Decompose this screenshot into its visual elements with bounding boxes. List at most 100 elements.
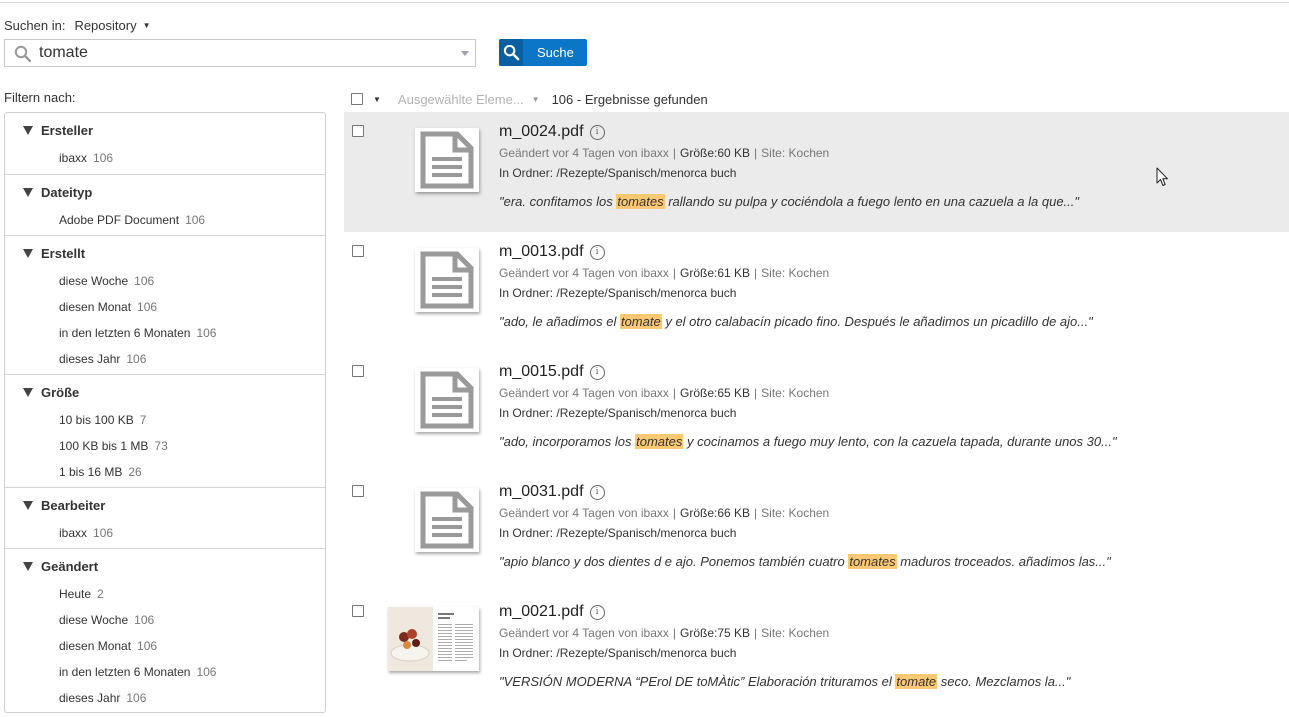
filter-title: Filtern nach: xyxy=(4,90,76,105)
filter-group-header[interactable]: Erstellt xyxy=(23,246,85,261)
search-scope: Suchen in: Repository ▼ xyxy=(4,18,151,33)
result-title[interactable]: m_0013.pdf i xyxy=(499,243,605,261)
result-snippet: "VERSIÓN MODERNA “PErol DE toMÀtic” Elab… xyxy=(499,674,1071,689)
filter-item[interactable]: 1 bis 16 MB 26 xyxy=(59,465,142,479)
filter-item[interactable]: Adobe PDF Document 106 xyxy=(59,213,205,227)
result-title[interactable]: m_0031.pdf i xyxy=(499,483,605,501)
result-folder: In Ordner: /Rezepte/Spanisch/menorca buc… xyxy=(499,166,737,180)
results-toolbar: ▼ Ausgewählte Eleme... ▼ 106 - Ergebniss… xyxy=(351,90,708,108)
result-snippet: "ado, le añadimos el tomate y el otro ca… xyxy=(499,314,1093,329)
filter-group-header[interactable]: Bearbeiter xyxy=(23,498,105,513)
search-highlight: tomate xyxy=(895,674,938,689)
folder-link[interactable]: /Rezepte/Spanisch/menorca buch xyxy=(556,406,736,420)
result-folder: In Ordner: /Rezepte/Spanisch/menorca buc… xyxy=(499,646,737,660)
filter-group-header[interactable]: Ersteller xyxy=(23,123,93,138)
search-highlight: tomate xyxy=(619,314,662,329)
result-snippet: "apio blanco y dos dientes d e ajo. Pone… xyxy=(499,554,1111,569)
filter-item[interactable]: ibaxx 106 xyxy=(59,526,113,540)
filter-group-header[interactable]: Dateityp xyxy=(23,185,92,200)
search-button-label: Suche xyxy=(537,45,574,60)
result-folder: In Ordner: /Rezepte/Spanisch/menorca buc… xyxy=(499,286,737,300)
result-meta: Geändert vor 4 Tagen von ibaxx | Größe:61 … xyxy=(499,266,830,280)
filter-group-ersteller: Ersteller ibaxx 106 xyxy=(5,113,325,173)
filter-group-bearbeiter: Bearbeiter ibaxx 106 xyxy=(5,487,325,548)
results-count: 106 - Ergebnisse gefunden xyxy=(551,91,708,107)
filter-item[interactable]: 100 KB bis 1 MB 73 xyxy=(59,439,168,453)
collapse-triangle-icon[interactable] xyxy=(23,126,33,135)
document-icon[interactable] xyxy=(415,248,479,312)
result-snippet: "era. confitamos los tomates rallando su… xyxy=(499,194,1080,209)
filter-item[interactable]: in den letzten 6 Monaten 106 xyxy=(59,665,216,679)
result-row[interactable]: m_0031.pdf i Geändert vor 4 Tagen von iba… xyxy=(344,472,1289,592)
info-icon[interactable]: i xyxy=(589,484,605,500)
search-highlight: tomates xyxy=(635,434,684,449)
result-row[interactable]: m_0024.pdf i Geändert vor 4 Tagen von iba… xyxy=(344,112,1289,232)
folder-link[interactable]: /Rezepte/Spanisch/menorca buch xyxy=(556,166,736,180)
result-checkbox[interactable] xyxy=(352,125,364,137)
collapse-triangle-icon[interactable] xyxy=(23,562,33,571)
filter-item[interactable]: ibaxx 106 xyxy=(59,151,113,165)
chevron-down-icon[interactable]: ▼ xyxy=(143,21,151,30)
search-highlight: tomates xyxy=(848,554,897,569)
result-folder: In Ordner: /Rezepte/Spanisch/menorca buc… xyxy=(499,526,737,540)
search-highlight: tomates xyxy=(616,194,665,209)
info-icon[interactable]: i xyxy=(589,604,605,620)
mouse-cursor-icon xyxy=(1156,167,1168,186)
collapse-triangle-icon[interactable] xyxy=(23,501,33,510)
filter-item[interactable]: diesen Monat 106 xyxy=(59,300,157,314)
filter-item[interactable]: diese Woche 106 xyxy=(59,613,154,627)
top-divider xyxy=(0,2,1289,3)
document-icon[interactable] xyxy=(415,128,479,192)
result-checkbox[interactable] xyxy=(352,365,364,377)
search-input[interactable] xyxy=(39,43,459,63)
search-scope-dropdown[interactable]: Repository xyxy=(74,18,136,33)
filter-group-groesse: Größe 10 bis 100 KB 7 100 KB bis 1 MB 73 1… xyxy=(5,374,325,487)
search-icon xyxy=(499,39,523,66)
collapse-triangle-icon[interactable] xyxy=(23,249,33,258)
result-title[interactable]: m_0021.pdf i xyxy=(499,603,605,621)
result-row[interactable]: m_0021.pdf i Geändert vor 4 Tagen von iba… xyxy=(344,592,1289,712)
result-meta: Geändert vor 4 Tagen von ibaxx | Größe:60 … xyxy=(499,146,830,160)
result-meta: Geändert vor 4 Tagen von ibaxx | Größe:75 … xyxy=(499,626,830,640)
filter-item[interactable]: in den letzten 6 Monaten 106 xyxy=(59,326,216,340)
search-icon xyxy=(14,45,32,63)
filter-item[interactable]: dieses Jahr 106 xyxy=(59,352,146,366)
folder-link[interactable]: /Rezepte/Spanisch/menorca buch xyxy=(556,646,736,660)
result-title[interactable]: m_0015.pdf i xyxy=(499,363,605,381)
filter-group-header[interactable]: Größe xyxy=(23,385,79,400)
result-row[interactable]: m_0015.pdf i Geändert vor 4 Tagen von iba… xyxy=(344,352,1289,472)
result-checkbox[interactable] xyxy=(352,245,364,257)
filter-item[interactable]: dieses Jahr 106 xyxy=(59,691,146,705)
document-icon[interactable] xyxy=(415,488,479,552)
page-preview-thumbnail[interactable] xyxy=(388,607,479,671)
result-folder: In Ordner: /Rezepte/Spanisch/menorca buc… xyxy=(499,406,737,420)
info-icon[interactable]: i xyxy=(589,124,605,140)
collapse-triangle-icon[interactable] xyxy=(23,188,33,197)
result-checkbox[interactable] xyxy=(352,485,364,497)
chevron-down-icon[interactable]: ▼ xyxy=(373,95,381,104)
search-box[interactable] xyxy=(4,39,476,67)
filter-item[interactable]: 10 bis 100 KB 7 xyxy=(59,413,146,427)
search-button[interactable]: Suche xyxy=(499,39,587,66)
chevron-down-icon[interactable]: ▼ xyxy=(532,95,540,104)
info-icon[interactable]: i xyxy=(589,244,605,260)
selected-items-menu[interactable]: Ausgewählte Eleme... xyxy=(398,92,524,107)
info-icon[interactable]: i xyxy=(589,364,605,380)
result-meta: Geändert vor 4 Tagen von ibaxx | Größe:65 … xyxy=(499,386,830,400)
collapse-triangle-icon[interactable] xyxy=(23,388,33,397)
result-checkbox[interactable] xyxy=(352,605,364,617)
chevron-down-icon[interactable] xyxy=(461,51,469,56)
folder-link[interactable]: /Rezepte/Spanisch/menorca buch xyxy=(556,526,736,540)
filter-item[interactable]: Heute 2 xyxy=(59,587,104,601)
filter-item[interactable]: diese Woche 106 xyxy=(59,274,154,288)
result-title[interactable]: m_0024.pdf i xyxy=(499,123,605,141)
filter-group-dateityp: Dateityp Adobe PDF Document 106 xyxy=(5,174,325,235)
select-all-checkbox[interactable] xyxy=(351,93,363,105)
filter-group-geaendert: Geändert Heute 2 diese Woche 106 diesen Mo… xyxy=(5,548,325,713)
result-row[interactable]: m_0013.pdf i Geändert vor 4 Tagen von iba… xyxy=(344,232,1289,352)
folder-link[interactable]: /Rezepte/Spanisch/menorca buch xyxy=(556,286,736,300)
filter-item[interactable]: diesen Monat 106 xyxy=(59,639,157,653)
filter-group-erstellt: Erstellt diese Woche 106 diesen Monat 106 … xyxy=(5,235,325,374)
document-icon[interactable] xyxy=(415,368,479,432)
filter-group-header[interactable]: Geändert xyxy=(23,559,98,574)
